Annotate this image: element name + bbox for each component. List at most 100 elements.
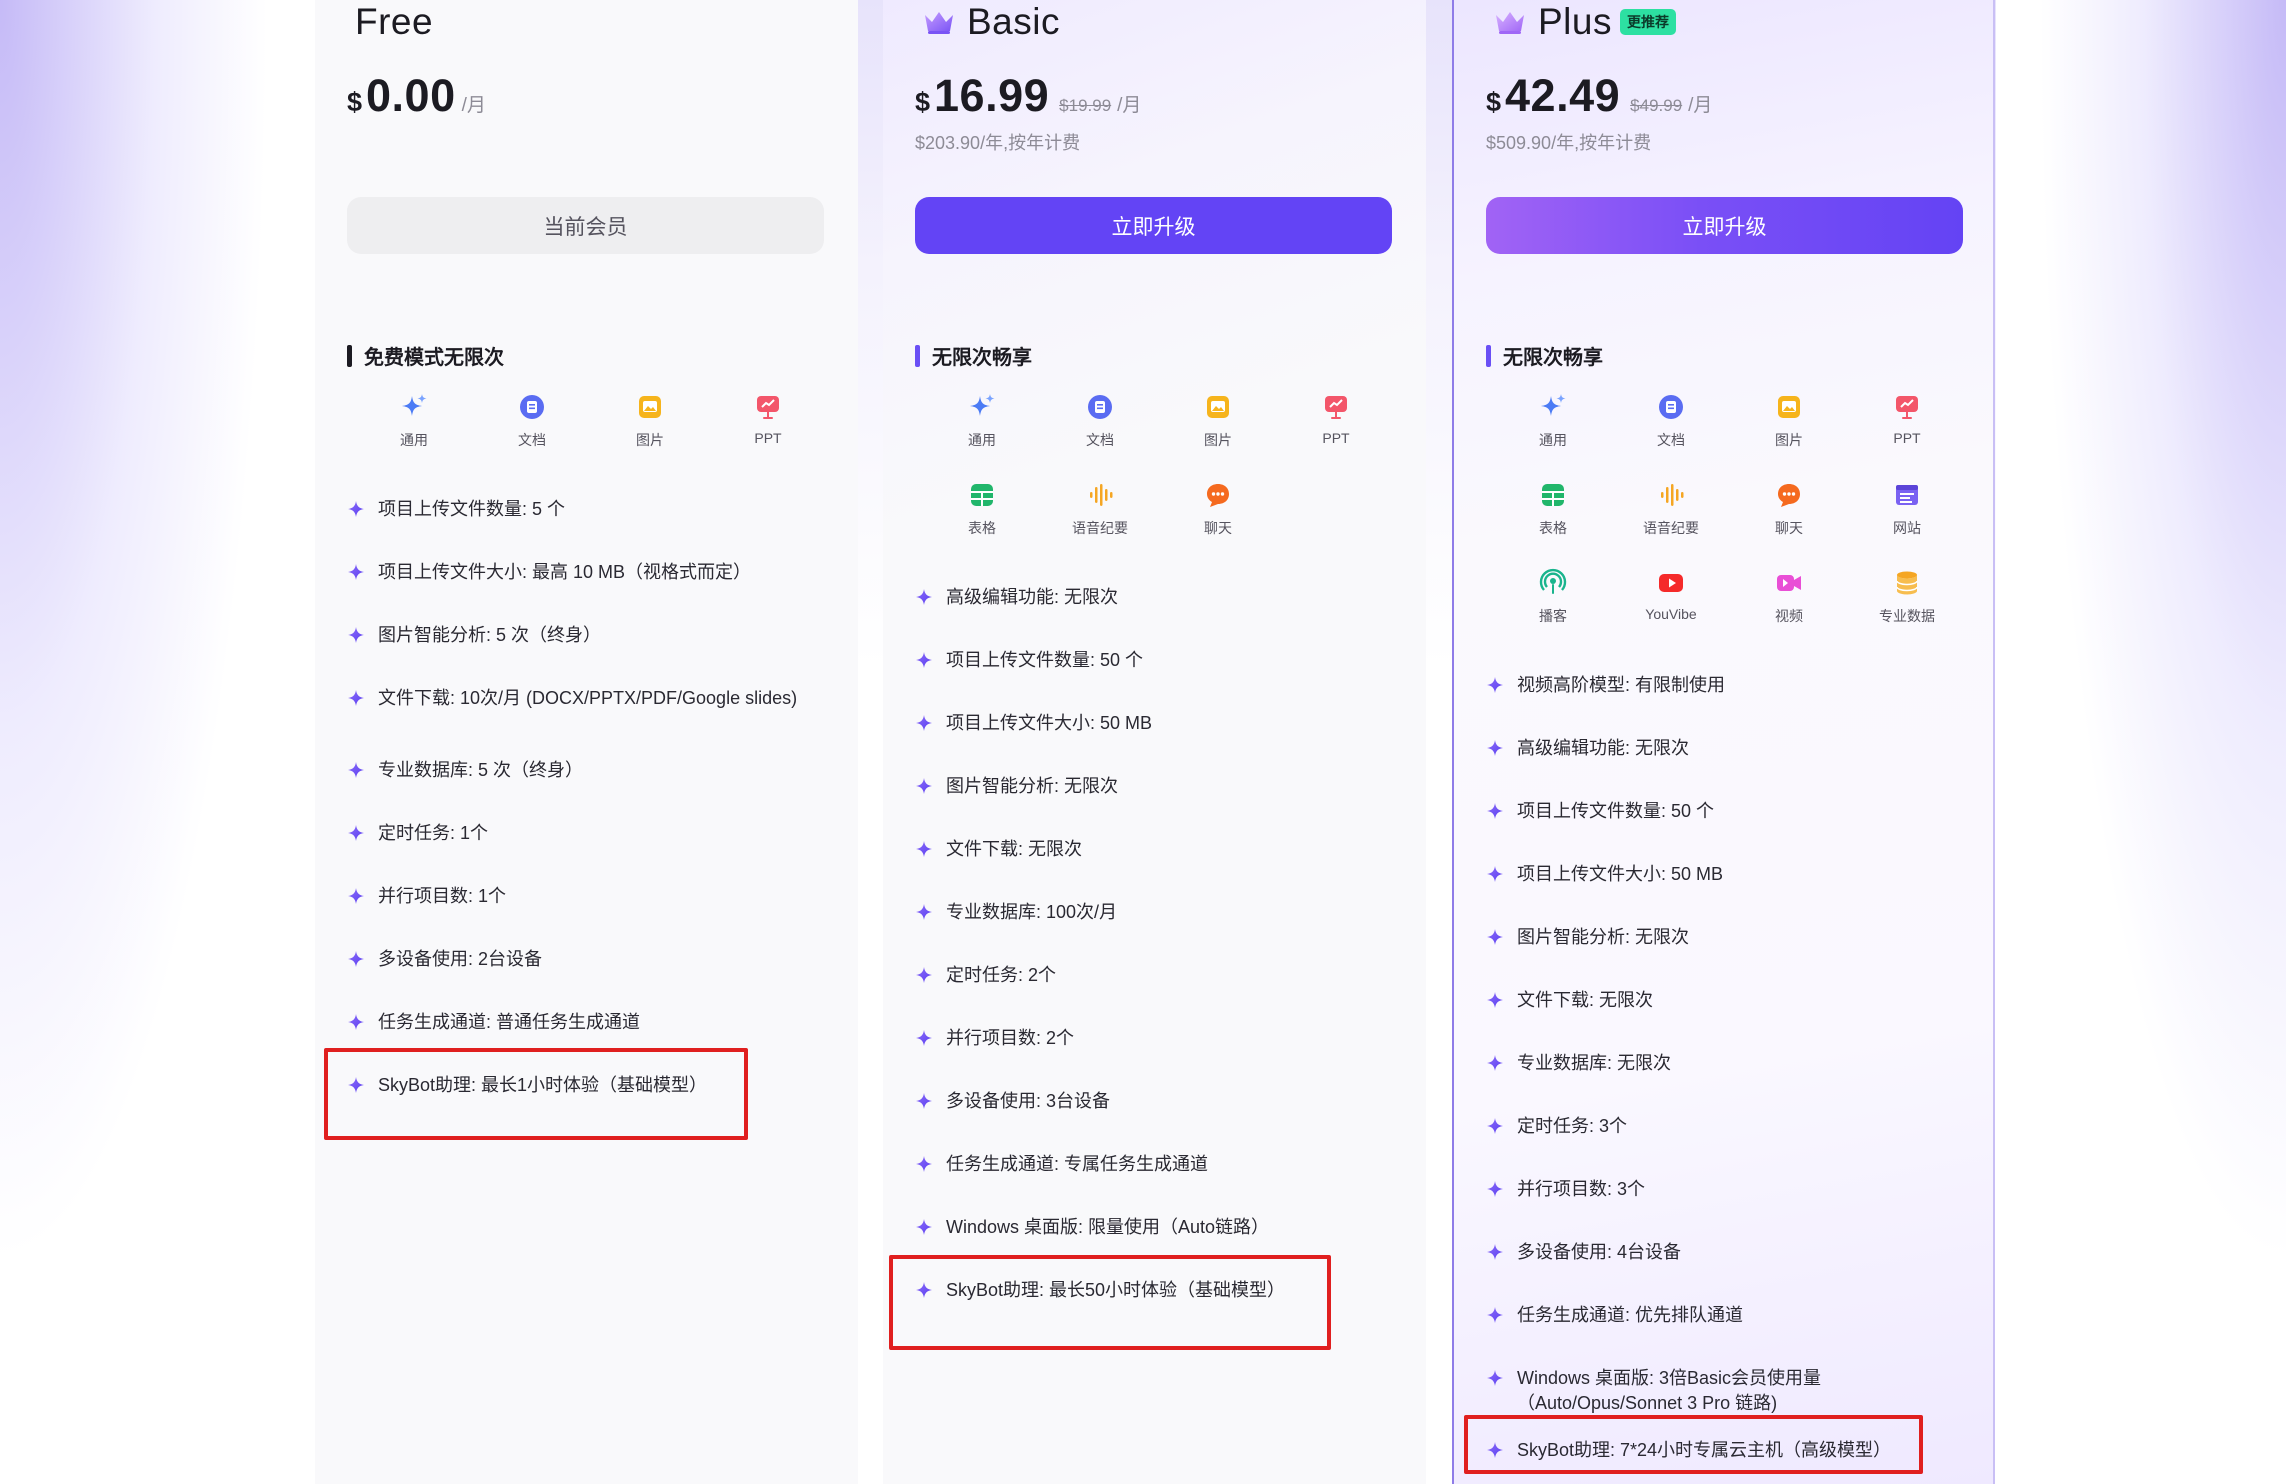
plan-name: Free <box>355 1 434 42</box>
sparkle-bullet-icon <box>916 1030 932 1046</box>
feature-item: 多设备使用: 2台设备 <box>347 947 797 1010</box>
feature-text: 文件下载: 10次/月 (DOCX/PPTX/PDF/Google slides… <box>378 688 798 708</box>
feature-item: 高级编辑功能: 无限次 <box>915 585 1285 648</box>
feature-text: 专业数据库: 5 次（终身） <box>378 760 584 780</box>
feature-category-video: 视频 <box>1730 568 1848 628</box>
section-title: 免费模式无限次 <box>347 341 504 370</box>
feature-text: 高级编辑功能: 无限次 <box>946 587 1119 607</box>
table-icon <box>971 484 993 506</box>
feature-text: 项目上传文件数量: 50 个 <box>946 650 1144 670</box>
currency-symbol: $ <box>347 87 363 117</box>
feature-item: 项目上传文件大小: 50 MB <box>915 711 1285 774</box>
sparkle-bullet-icon <box>916 715 932 731</box>
sparkle-bullet-icon <box>916 1156 932 1172</box>
feature-category-label: 网站 <box>1893 520 1921 536</box>
feature-category-document: 文档 <box>1041 392 1159 452</box>
price-row: $ 42.49 $49.99 /月 <box>1486 70 1712 122</box>
price-period: /月 <box>1117 95 1142 116</box>
crown-icon <box>1496 12 1524 34</box>
feature-text: 高级编辑功能: 无限次 <box>1517 738 1690 758</box>
upgrade-button[interactable]: 立即升级 <box>1486 197 1963 254</box>
feature-text: Windows 桌面版: 限量使用（Auto链路） <box>946 1217 1270 1237</box>
feature-category-label: 通用 <box>968 432 996 448</box>
section-title-bar <box>915 344 920 367</box>
feature-text: 并行项目数: 3个 <box>1517 1179 1646 1199</box>
price-period: /月 <box>1688 95 1713 116</box>
section-title-text: 无限次畅享 <box>932 347 1032 369</box>
section-title: 无限次畅享 <box>1486 341 1603 370</box>
feature-category-label: 视频 <box>1775 608 1803 624</box>
feature-list: 高级编辑功能: 无限次项目上传文件数量: 50 个项目上传文件大小: 50 MB… <box>915 585 1285 1341</box>
audio-wave-icon <box>1661 484 1684 506</box>
video-icon <box>1777 575 1801 591</box>
original-price: $19.99 <box>1059 96 1112 115</box>
feature-text: 文件下载: 无限次 <box>1517 990 1654 1010</box>
feature-item: 任务生成通道: 优先排队通道 <box>1486 1303 1937 1366</box>
feature-category-label: 聊天 <box>1775 520 1803 536</box>
website-icon <box>1896 485 1918 505</box>
feature-category-sparkle: 通用 <box>1494 392 1612 452</box>
feature-item: 文件下载: 无限次 <box>1486 988 1937 1051</box>
upgrade-button[interactable]: 立即升级 <box>915 197 1392 254</box>
annual-price: $203.90/年,按年计费 <box>915 133 1081 153</box>
feature-category-label: 图片 <box>1775 432 1803 448</box>
feature-item: 项目上传文件大小: 最高 10 MB（视格式而定） <box>347 560 797 623</box>
price-row: $ 16.99 $19.99 /月 <box>915 70 1141 122</box>
feature-category-podcast: 播客 <box>1494 568 1612 628</box>
highlight-box-free <box>324 1048 748 1140</box>
feature-category-website: 网站 <box>1848 480 1966 540</box>
sparkle-bullet-icon <box>916 589 932 605</box>
feature-text: 定时任务: 2个 <box>946 965 1057 985</box>
price-period: /月 <box>461 95 486 116</box>
feature-category-image: 图片 <box>591 392 709 452</box>
feature-item: 文件下载: 10次/月 (DOCX/PPTX/PDF/Google slides… <box>347 686 797 758</box>
feature-item: 项目上传文件数量: 5 个 <box>347 497 797 560</box>
feature-category-label: 文档 <box>518 432 546 448</box>
feature-item: 定时任务: 1个 <box>347 821 797 884</box>
feature-text: 专业数据库: 无限次 <box>1517 1053 1672 1073</box>
feature-category-presentation: PPT <box>709 392 827 452</box>
feature-category-table: 表格 <box>1494 480 1612 540</box>
chat-icon <box>1207 484 1229 507</box>
sparkle-bullet-icon <box>348 501 364 517</box>
sparkle-bullet-icon <box>1487 1370 1503 1386</box>
chat-icon <box>1778 484 1800 507</box>
presentation-icon <box>1325 396 1347 419</box>
current-plan-button[interactable]: 当前会员 <box>347 197 824 254</box>
feature-item: 专业数据库: 5 次（终身） <box>347 758 797 821</box>
feature-text: 多设备使用: 2台设备 <box>378 949 543 969</box>
sparkle-bullet-icon <box>1487 1055 1503 1071</box>
feature-text: 文件下载: 无限次 <box>946 839 1083 859</box>
feature-text: 图片智能分析: 无限次 <box>1517 927 1690 947</box>
presentation-icon <box>1896 396 1918 419</box>
sparkle-bullet-icon <box>1487 1244 1503 1260</box>
feature-category-label: YouVibe <box>1645 606 1697 622</box>
feature-category-chat: 聊天 <box>1159 480 1277 540</box>
price-value: 42.49 <box>1505 70 1621 121</box>
sparkle-bullet-icon <box>1487 929 1503 945</box>
feature-text: 项目上传文件大小: 50 MB <box>946 713 1153 733</box>
sparkle-bullet-icon <box>348 690 364 706</box>
background-right <box>1996 0 2286 1484</box>
feature-text: 图片智能分析: 5 次（终身） <box>378 625 602 645</box>
play-icon <box>1659 574 1683 592</box>
annual-price: $509.90/年,按年计费 <box>1486 133 1652 153</box>
feature-text: 项目上传文件数量: 50 个 <box>1517 801 1715 821</box>
feature-category-presentation: PPT <box>1277 392 1395 452</box>
feature-item: 项目上传文件数量: 50 个 <box>915 648 1285 711</box>
plan-header: Plus 更推荐 <box>1494 0 1676 44</box>
table-icon <box>1542 484 1564 506</box>
section-title: 无限次畅享 <box>915 341 1032 370</box>
feature-text: 视频高阶模型: 有限制使用 <box>1517 675 1726 695</box>
price-value: 16.99 <box>934 70 1050 121</box>
sparkle-bullet-icon <box>1487 677 1503 693</box>
feature-text: 项目上传文件大小: 最高 10 MB（视格式而定） <box>378 562 752 582</box>
feature-item: 项目上传文件数量: 50 个 <box>1486 799 1937 862</box>
feature-item: 专业数据库: 100次/月 <box>915 900 1285 963</box>
sparkle-bullet-icon <box>916 967 932 983</box>
feature-item: 并行项目数: 2个 <box>915 1026 1285 1089</box>
feature-item: 多设备使用: 3台设备 <box>915 1089 1285 1152</box>
feature-category-presentation: PPT <box>1848 392 1966 452</box>
feature-category-play: YouVibe <box>1612 568 1730 628</box>
plan-header: Free <box>355 0 433 44</box>
